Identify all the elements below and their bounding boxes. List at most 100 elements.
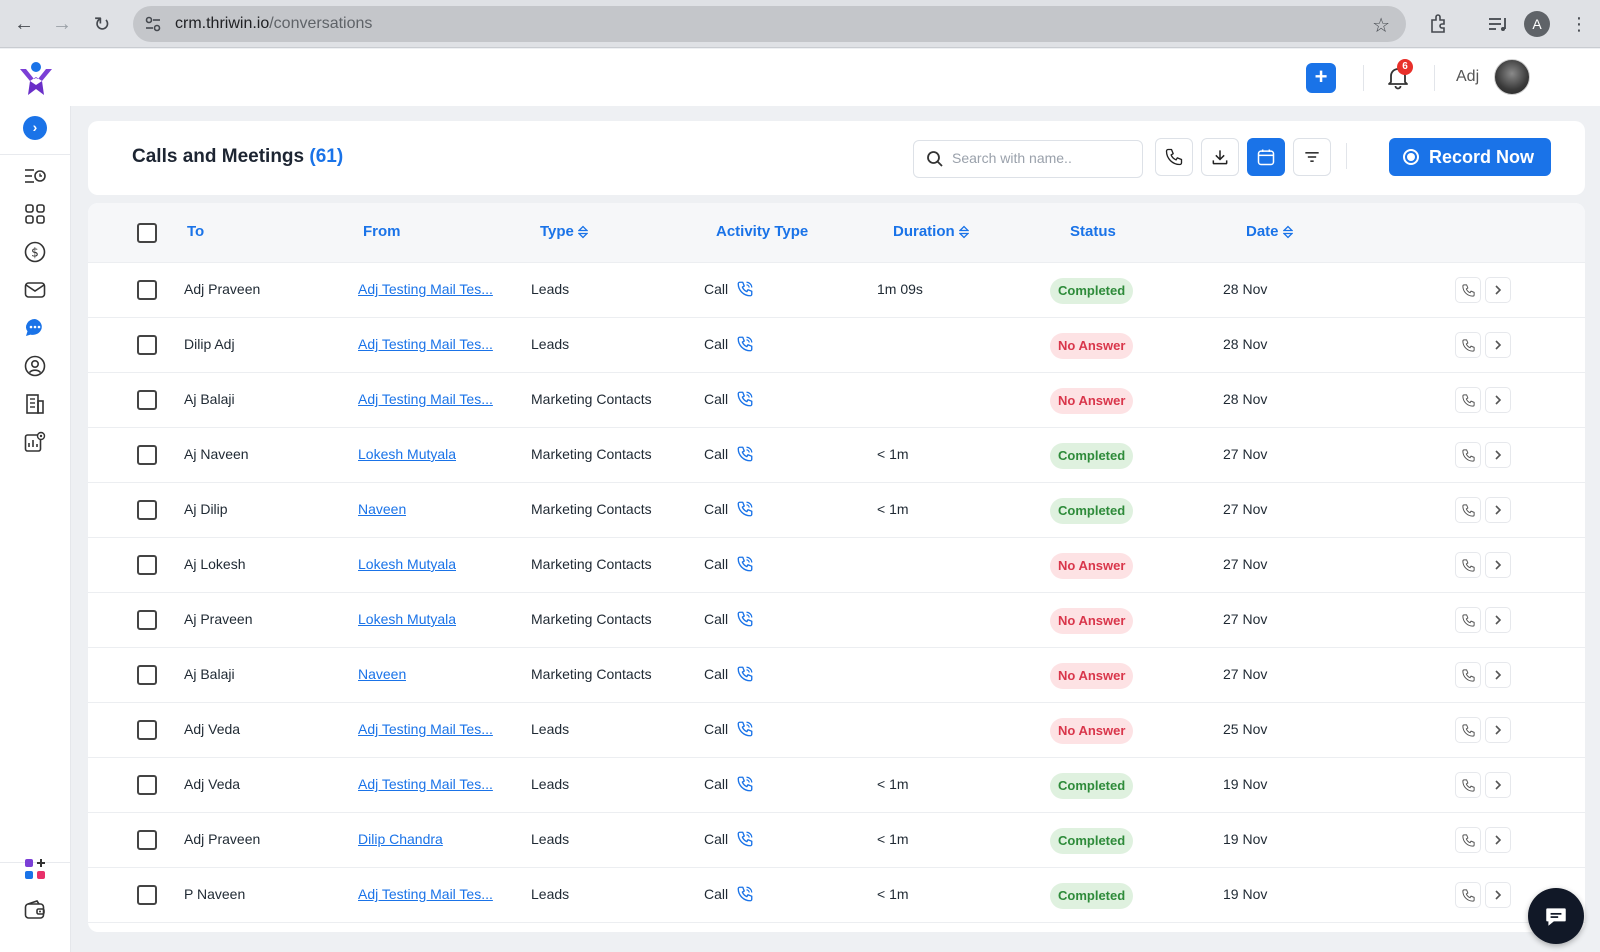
back-icon[interactable]: ← [10,10,38,38]
row-call-button[interactable] [1455,662,1481,688]
column-header-to[interactable]: To [187,223,204,240]
row-checkbox[interactable] [137,775,157,795]
table-row[interactable]: Aj Balaji Naveen Marketing Contacts Call No … [88,648,1585,703]
media-control-icon[interactable] [1485,12,1509,36]
row-call-button[interactable] [1455,827,1481,853]
browser-profile-avatar[interactable]: A [1524,11,1550,37]
row-open-button[interactable] [1485,277,1511,303]
bookmark-star-icon[interactable]: ☆ [1372,13,1390,38]
cell-from-link[interactable]: Dilip Chandra [358,831,443,847]
row-call-button[interactable] [1455,442,1481,468]
wallet-icon[interactable] [23,898,47,922]
column-header-date[interactable]: Date [1246,223,1293,240]
chat-support-button[interactable] [1528,888,1584,944]
row-call-button[interactable] [1455,772,1481,798]
column-header-activity-type[interactable]: Activity Type [716,223,808,240]
column-header-from[interactable]: From [363,223,401,240]
cell-from-link[interactable]: Adj Testing Mail Tes... [358,886,493,902]
row-open-button[interactable] [1485,717,1511,743]
row-open-button[interactable] [1485,497,1511,523]
row-call-button[interactable] [1455,882,1481,908]
cell-from-link[interactable]: Lokesh Mutyala [358,611,456,627]
row-open-button[interactable] [1485,442,1511,468]
sidebar-expand-button[interactable]: › [23,116,47,140]
table-row[interactable]: Dilip Adj Adj Testing Mail Tes... Leads Cal… [88,318,1585,373]
table-row[interactable]: Aj Lokesh Lokesh Mutyala Marketing Contact… [88,538,1585,593]
mail-icon[interactable] [23,278,47,302]
row-open-button[interactable] [1485,387,1511,413]
building-icon[interactable] [23,392,47,416]
row-checkbox[interactable] [137,445,157,465]
call-button[interactable] [1155,138,1193,176]
row-open-button[interactable] [1485,772,1511,798]
row-checkbox[interactable] [137,390,157,410]
list-clock-icon[interactable] [23,164,47,188]
row-checkbox[interactable] [137,280,157,300]
row-checkbox[interactable] [137,610,157,630]
table-row[interactable]: Adj Praveen Dilip Chandra Leads Call < 1m Com… [88,813,1585,868]
thriwin-logo[interactable] [16,59,56,99]
calendar-view-button[interactable] [1247,138,1285,176]
row-checkbox[interactable] [137,500,157,520]
record-now-button[interactable]: Record Now [1389,138,1551,176]
row-open-button[interactable] [1485,882,1511,908]
browser-menu-icon[interactable]: ⋮ [1565,10,1593,38]
row-checkbox[interactable] [137,665,157,685]
row-call-button[interactable] [1455,497,1481,523]
cell-from-link[interactable]: Adj Testing Mail Tes... [358,391,493,407]
row-open-button[interactable] [1485,607,1511,633]
cell-from-link[interactable]: Adj Testing Mail Tes... [358,336,493,352]
reload-icon[interactable]: ↻ [88,10,116,38]
row-checkbox[interactable] [137,885,157,905]
table-row[interactable]: Adj Veda Adj Testing Mail Tes... Leads Call… [88,758,1585,813]
row-checkbox[interactable] [137,335,157,355]
user-avatar[interactable] [1494,59,1530,95]
cell-from-link[interactable]: Naveen [358,666,406,682]
sort-icon[interactable] [1282,225,1293,239]
row-checkbox[interactable] [137,830,157,850]
user-circle-icon[interactable] [23,354,47,378]
table-row[interactable]: Aj Praveen Lokesh Mutyala Marketing Contac… [88,593,1585,648]
table-row[interactable]: Aj Dilip Naveen Marketing Contacts Call < 1m… [88,483,1585,538]
forward-icon[interactable]: → [48,10,76,38]
site-settings-icon[interactable] [143,14,163,34]
column-header-type[interactable]: Type [540,223,588,240]
table-row[interactable]: P Naveen Adj Testing Mail Tes... Leads Call… [88,868,1585,923]
cell-from-link[interactable]: Adj Testing Mail Tes... [358,721,493,737]
row-call-button[interactable] [1455,552,1481,578]
apps-add-icon[interactable] [23,857,47,881]
filter-button[interactable] [1293,138,1331,176]
cell-from-link[interactable]: Lokesh Mutyala [358,556,456,572]
create-new-button[interactable]: + [1306,63,1336,93]
row-call-button[interactable] [1455,387,1481,413]
user-name[interactable]: Adj [1456,68,1479,86]
extensions-icon[interactable] [1427,12,1451,36]
row-open-button[interactable] [1485,332,1511,358]
cell-from-link[interactable]: Naveen [358,501,406,517]
report-settings-icon[interactable] [23,430,47,454]
search-input[interactable] [952,150,1132,166]
table-row[interactable]: Adj Praveen Adj Testing Mail Tes... Leads C… [88,263,1585,318]
cell-from-link[interactable]: Adj Testing Mail Tes... [358,281,493,297]
row-open-button[interactable] [1485,827,1511,853]
search-box[interactable] [913,140,1143,178]
row-checkbox[interactable] [137,555,157,575]
row-call-button[interactable] [1455,717,1481,743]
table-row[interactable]: Aj Balaji Adj Testing Mail Tes... Marketin… [88,373,1585,428]
column-header-duration[interactable]: Duration [893,223,969,240]
sort-icon[interactable] [577,225,588,239]
address-bar[interactable]: crm.thriwin.io/conversations ☆ [133,6,1406,42]
row-call-button[interactable] [1455,607,1481,633]
download-button[interactable] [1201,138,1239,176]
row-open-button[interactable] [1485,552,1511,578]
column-header-status[interactable]: Status [1070,223,1116,240]
row-open-button[interactable] [1485,662,1511,688]
row-call-button[interactable] [1455,332,1481,358]
row-call-button[interactable] [1455,277,1481,303]
table-row[interactable]: Adj Veda Adj Testing Mail Tes... Leads Call… [88,703,1585,758]
sort-icon[interactable] [958,225,969,239]
dollar-icon[interactable]: $ [23,240,47,264]
table-row[interactable]: Aj Naveen Lokesh Mutyala Marketing Contact… [88,428,1585,483]
grid-icon[interactable] [23,202,47,226]
cell-from-link[interactable]: Adj Testing Mail Tes... [358,776,493,792]
